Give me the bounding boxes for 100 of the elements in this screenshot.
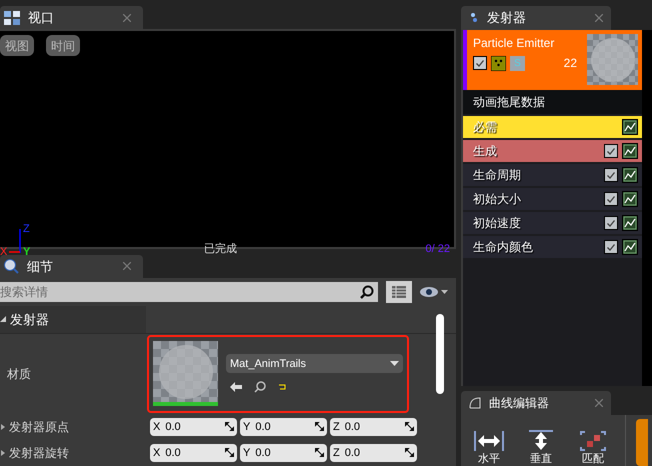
toolbar-button[interactable]: 垂直 [519,415,563,466]
module-label: 初始速度 [473,215,522,232]
field-value: 0.0 [165,420,182,435]
view-button[interactable]: 视图 [0,35,34,56]
status-text: 已完成 [204,242,237,258]
module-row[interactable]: 生命周期 [463,164,642,186]
tab-title: 发射器 [487,9,526,28]
search-field[interactable]: 搜索详情 [0,282,378,302]
number-field[interactable]: Y 0.0 [240,418,327,436]
axis-label: Y [243,420,250,435]
module-checkbox[interactable] [604,192,618,206]
field-value: 0.0 [344,420,362,435]
tab-title: 曲线编辑器 [489,395,549,412]
module-row[interactable]: 初始速度 [463,212,642,234]
field-value: 0.0 [255,420,272,435]
module-checkbox[interactable] [604,216,618,230]
module-checkbox[interactable] [604,168,618,182]
dots-icon[interactable] [491,56,506,70]
graph-icon[interactable] [622,191,638,207]
field-value: 0.0 [165,446,182,461]
tab-title: 视口 [28,8,54,27]
caret-icon [390,361,399,366]
graph-icon[interactable] [622,143,638,159]
collapse-icon[interactable] [0,316,6,322]
number-field[interactable]: X 0.0 [150,444,237,462]
viewport-tab[interactable]: 视口 [0,6,143,30]
number-field[interactable]: Z 0.0 [330,444,417,462]
property-label: 材质 [7,366,31,383]
field-value: 0.0 [344,446,362,461]
number-field[interactable]: X 0.0 [150,418,237,436]
curve-icon [469,397,481,409]
module-row[interactable]: 生成 [463,140,642,162]
graph-icon[interactable] [622,239,638,255]
emitter-name: Particle Emitter [473,35,556,52]
check-icon [607,196,615,202]
module-label: 生命内颜色 [473,239,534,256]
drag-handle-icon[interactable] [315,448,324,458]
fit-all-icon [577,429,609,453]
module-row[interactable]: 生命内颜色 [463,236,642,258]
info-icon [4,258,19,274]
graph-icon[interactable] [622,215,638,231]
drag-handle-icon[interactable] [405,422,414,432]
view-button[interactable]: 时间 [46,35,80,56]
eye-icon[interactable] [420,286,448,298]
check-icon [607,172,615,178]
graph-icon[interactable] [622,167,638,183]
close-icon[interactable] [123,14,131,22]
expand-icon[interactable] [1,424,5,430]
drag-handle-icon[interactable] [225,448,234,458]
details-tab[interactable]: 细节 [0,254,143,278]
module-label: 必需 [473,119,498,136]
module-header: 动画拖尾数据 [463,90,642,114]
axis-label: Y [243,446,250,461]
number-field[interactable]: Z 0.0 [330,418,417,436]
module-checkbox[interactable] [604,240,618,254]
material-dropdown[interactable]: Mat_AnimTrails [226,354,403,374]
list-icon [392,286,406,298]
fit-horizontal-icon [473,429,505,453]
expand-icon[interactable] [1,450,5,456]
axis-label: Z [333,446,340,461]
check-icon [607,148,615,154]
close-icon[interactable] [595,399,603,407]
graph-icon[interactable] [622,119,638,135]
tab-title: 细节 [27,258,53,276]
list-view-button[interactable] [386,280,412,303]
property-label: 发射器原点 [9,418,69,436]
emitter-tab[interactable]: 发射器 [461,6,611,30]
close-icon[interactable] [595,14,603,22]
axis-label: Z [333,420,340,435]
module-row[interactable]: 初始大小 [463,188,642,210]
toolbar-button[interactable]: 水平 [467,415,511,466]
module-label: 生成 [473,143,498,160]
particle-counter: 0/ 22 [426,242,450,258]
module-checkbox[interactable] [604,144,618,158]
number-field[interactable]: Y 0.0 [240,444,327,462]
emitter-thumbnail [587,34,638,85]
check-icon [607,220,615,226]
arrow-left-icon[interactable] [230,382,242,392]
drag-handle-icon[interactable] [315,422,324,432]
drag-handle-icon[interactable] [225,422,234,432]
property-label: 发射器旋转 [9,444,69,462]
sparkle-icon [469,12,479,24]
toolbar-button[interactable]: 匹配 [571,415,615,466]
category-header: 发射器 [10,310,49,329]
module-label: 初始大小 [473,191,522,208]
axis-label: X [153,446,160,461]
check-icon [607,244,615,250]
search-icon [360,284,374,299]
reset-icon[interactable] [278,383,286,392]
field-value: 0.0 [255,446,272,461]
check-icon [476,60,484,66]
search-icon[interactable] [254,381,266,394]
axis-label: Z [23,222,30,238]
material-thumbnail [153,341,218,406]
drag-handle-icon[interactable] [405,448,414,458]
curve-editor-tab[interactable]: 曲线编辑器 [461,391,611,415]
particle-count: 22 [564,55,577,72]
close-icon[interactable] [123,262,131,270]
grid-icon [4,10,20,25]
enable-checkbox[interactable] [473,56,487,70]
